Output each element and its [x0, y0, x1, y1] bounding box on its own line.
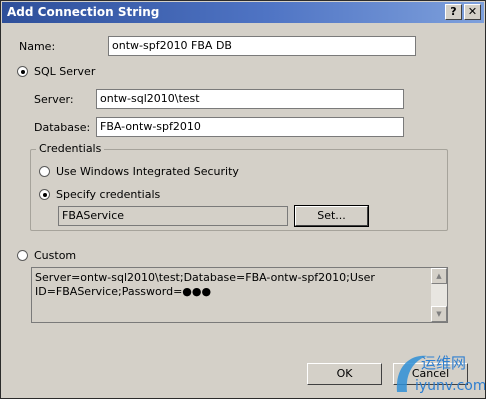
server-input[interactable]: ontw-sql2010\test [96, 89, 404, 109]
scroll-down-icon[interactable]: ▼ [431, 306, 447, 322]
name-label: Name: [19, 40, 56, 53]
sql-server-radio[interactable] [17, 66, 28, 77]
database-label: Database: [34, 121, 91, 134]
custom-radio[interactable] [17, 250, 28, 261]
custom-connection-string-textarea[interactable]: Server=ontw-sql2010\test;Database=FBA-on… [31, 267, 448, 323]
server-label: Server: [34, 93, 74, 106]
credentials-username-field: FBAService [58, 206, 288, 226]
name-input[interactable]: ontw-spf2010 FBA DB [108, 36, 416, 56]
close-button[interactable]: ✕ [464, 4, 481, 20]
vertical-scrollbar[interactable]: ▲ ▼ [431, 268, 447, 322]
ok-button[interactable]: OK [307, 363, 382, 385]
title-bar[interactable]: Add Connection String ? ✕ [2, 2, 484, 23]
sql-server-label[interactable]: SQL Server [34, 65, 95, 78]
connection-string-text: Server=ontw-sql2010\test;Database=FBA-on… [35, 271, 375, 298]
watermark-brand: 运维网 [421, 354, 466, 372]
help-icon: ? [450, 5, 457, 18]
database-input[interactable]: FBA-ontw-spf2010 [96, 117, 404, 137]
custom-label[interactable]: Custom [34, 249, 76, 262]
windows-integrated-label[interactable]: Use Windows Integrated Security [56, 165, 239, 178]
windows-integrated-radio[interactable] [39, 166, 50, 177]
close-icon: ✕ [467, 5, 478, 18]
watermark-logo: 运维网 iyunv.com [396, 354, 485, 394]
help-button[interactable]: ? [445, 4, 462, 20]
credentials-legend: Credentials [36, 142, 105, 155]
add-connection-string-dialog: Add Connection String ? ✕ Name: ontw-spf… [0, 0, 486, 399]
dialog-title: Add Connection String [7, 5, 160, 19]
set-credentials-button[interactable]: Set... [294, 205, 369, 227]
specify-credentials-label[interactable]: Specify credentials [56, 188, 160, 201]
watermark-domain: iyunv.com [415, 378, 485, 394]
specify-credentials-radio[interactable] [39, 189, 50, 200]
scroll-up-icon[interactable]: ▲ [431, 268, 447, 284]
